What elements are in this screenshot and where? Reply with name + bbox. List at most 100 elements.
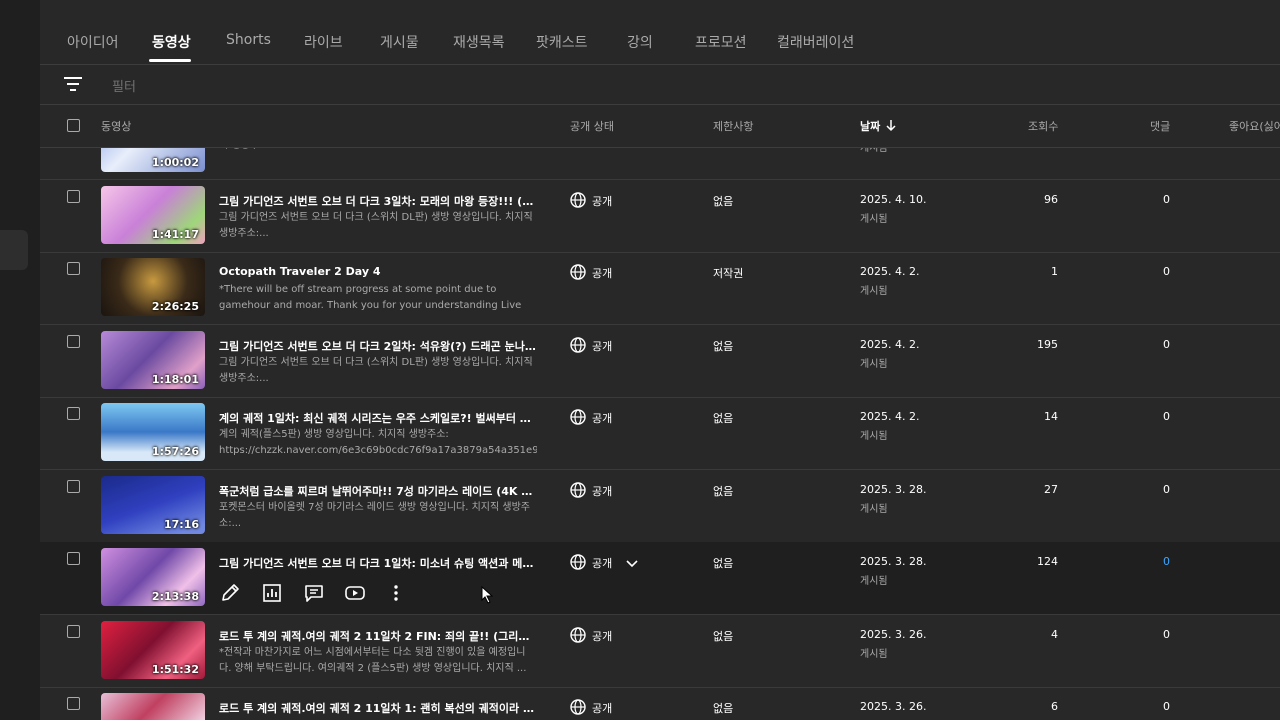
filter-input[interactable]: 필터 [112, 76, 136, 95]
video-duration: 1:57:26 [151, 445, 199, 458]
table-row[interactable]: 1:41:17 그림 가디언즈 서번트 오브 더 다크 3일차: 모래의 마왕 … [40, 180, 1280, 253]
visibility-status[interactable]: 공개 [570, 482, 612, 499]
publish-date: 2025. 4. 10. [860, 193, 927, 206]
video-title[interactable]: 계의 궤적 1일차: 최신 궤적 시리즈는 우주 스케일로?! 벌써부터 커..… [219, 410, 539, 426]
comment-count[interactable]: 0 [1163, 338, 1170, 351]
comment-count[interactable]: 0 [1163, 555, 1170, 568]
row-checkbox[interactable] [67, 335, 80, 348]
table-row[interactable]: 1:18:01 그림 가디언즈 서번트 오브 더 다크 2일차: 석유왕(?) … [40, 325, 1280, 398]
visibility-dropdown[interactable]: 공개 [570, 554, 638, 571]
video-thumbnail[interactable]: 1:41:17 [101, 186, 205, 244]
globe-icon [570, 627, 586, 643]
tab-videos[interactable]: 동영상 [152, 32, 191, 52]
video-title[interactable]: 그림 가디언즈 서번트 오브 더 다크 3일차: 모래의 마왕 등장!!! (샌… [219, 193, 539, 209]
row-checkbox[interactable] [67, 480, 80, 493]
more-vert-icon[interactable] [385, 582, 407, 604]
comment-count[interactable]: 0 [1163, 700, 1170, 713]
edit-icon[interactable] [219, 582, 241, 604]
video-description: 포켓몬스터 바이올렛 7성 마기라스 레이드 생방 영상입니다. 치지직 생방주… [219, 502, 530, 529]
nav-selected-item[interactable] [0, 230, 28, 270]
column-restrictions[interactable]: 제한사항 [713, 118, 753, 134]
comment-count[interactable]: 0 [1163, 265, 1170, 278]
visibility-status[interactable]: 공개 [570, 337, 612, 354]
visibility-status[interactable]: 공개 [570, 264, 612, 281]
tab-promotions[interactable]: 프로모션 [695, 32, 747, 52]
video-thumbnail[interactable]: 2:26:25 [101, 258, 205, 316]
select-all-checkbox[interactable] [67, 119, 80, 132]
publish-status: 게시됨 [860, 214, 888, 225]
row-checkbox[interactable] [67, 625, 80, 638]
table-row[interactable]: 로드 투 계의 궤적.여의 궤적 2 11일차 1: 괜히 복선의 궤적이라 불… [40, 687, 1280, 720]
video-title[interactable]: 로드 투 계의 궤적.여의 궤적 2 11일차 2 FIN: 죄의 끝!! (그… [219, 628, 539, 644]
view-count: 6 [1051, 700, 1058, 713]
column-likes[interactable]: 좋아요(싫어 [1229, 118, 1280, 134]
globe-icon [570, 192, 586, 208]
youtube-icon[interactable] [344, 582, 366, 604]
tab-playlists[interactable]: 재생목록 [453, 32, 505, 52]
table-row[interactable]: 1:57:26 계의 궤적 1일차: 최신 궤적 시리즈는 우주 스케일로?! … [40, 397, 1280, 470]
publish-date: 2025. 4. 2. [860, 410, 920, 423]
video-thumbnail[interactable]: 1:57:26 [101, 403, 205, 461]
comments-icon[interactable] [303, 582, 325, 604]
tab-shorts[interactable]: Shorts [226, 32, 271, 48]
comment-count[interactable]: 0 [1163, 410, 1170, 423]
video-thumbnail[interactable] [101, 693, 205, 720]
visibility-label: 공개 [592, 195, 613, 208]
video-duration: 2:13:38 [151, 590, 199, 603]
video-description: *전작과 마찬가지로 어느 시점에서부터는 다소 뒷겜 진행이 있을 예정입니다… [219, 647, 527, 674]
visibility-status[interactable]: 공개 [570, 627, 612, 644]
video-title[interactable]: 그림 가디언즈 서번트 오브 더 다크 1일차: 미소녀 슈팅 액션과 메트..… [219, 555, 539, 571]
visibility-status[interactable]: 공개 [570, 409, 612, 426]
column-date[interactable]: 날짜 [860, 118, 896, 134]
visibility-label: 공개 [592, 412, 613, 425]
tab-courses[interactable]: 강의 [627, 32, 653, 52]
table-row[interactable]: 2:13:38 그림 가디언즈 서번트 오브 더 다크 1일차: 미소녀 슈팅 … [40, 542, 1280, 615]
tab-live[interactable]: 라이브 [304, 32, 343, 52]
row-checkbox[interactable] [67, 190, 80, 203]
column-comments[interactable]: 댓글 [1150, 118, 1170, 134]
table-row[interactable]: 17:16 폭군처럼 급소를 찌르며 날뛰어주마!! 7성 마기라스 레이드 (… [40, 470, 1280, 543]
publish-date: 2025. 3. 26. [860, 628, 927, 641]
left-navigation [0, 0, 40, 720]
comment-count[interactable]: 0 [1163, 483, 1170, 496]
row-checkbox[interactable] [67, 407, 80, 420]
video-title[interactable]: 로드 투 계의 궤적.여의 궤적 2 11일차 1: 괜히 복선의 궤적이라 불… [219, 700, 539, 716]
video-duration: 1:51:32 [151, 663, 199, 676]
visibility-status[interactable]: 공개 [570, 699, 612, 716]
column-visibility[interactable]: 공개 상태 [570, 118, 614, 134]
row-checkbox[interactable] [67, 697, 80, 710]
video-thumbnail[interactable]: 2:13:38 [101, 548, 205, 606]
restriction-value: 없음 [713, 630, 734, 643]
restriction-value: 없음 [713, 195, 734, 208]
column-views[interactable]: 조회수 [1028, 118, 1058, 134]
column-video: 동영상 [101, 120, 132, 133]
tab-posts[interactable]: 게시물 [380, 32, 419, 52]
filter-icon[interactable] [64, 76, 82, 92]
video-thumbnail[interactable]: 17:16 [101, 476, 205, 534]
table-row[interactable]: 1:51:32 로드 투 계의 궤적.여의 궤적 2 11일차 2 FIN: 죄… [40, 615, 1280, 688]
tab-podcasts[interactable]: 팟캐스트 [536, 32, 588, 52]
analytics-icon[interactable] [261, 582, 283, 604]
publish-status: 게시됨 [860, 576, 888, 587]
table-row[interactable]: 2:26:25 Octopath Traveler 2 Day 4 *There… [40, 252, 1280, 325]
video-thumbnail[interactable]: 1:51:32 [101, 621, 205, 679]
view-count: 1 [1051, 265, 1058, 278]
publish-status: 게시됨 [860, 359, 888, 370]
row-checkbox[interactable] [67, 262, 80, 275]
tab-ideas[interactable]: 아이디어 [67, 32, 119, 52]
video-title[interactable]: 그림 가디언즈 서번트 오브 더 다크 2일차: 석유왕(?) 드래곤 눈나(?… [219, 338, 539, 354]
restriction-value[interactable]: 저작권 [713, 265, 743, 281]
comment-count[interactable]: 0 [1163, 193, 1170, 206]
video-title[interactable]: Octopath Traveler 2 Day 4 [219, 265, 539, 278]
visibility-status[interactable]: 공개 [570, 192, 612, 209]
visibility-label: 공개 [592, 267, 613, 280]
video-title[interactable]: 폭군처럼 급소를 찌르며 날뛰어주마!! 7성 마기라스 레이드 (4K 60.… [219, 483, 539, 499]
video-duration: 1:41:17 [151, 228, 199, 241]
row-checkbox[interactable] [67, 552, 80, 565]
chevron-down-icon[interactable] [626, 559, 638, 569]
comment-count[interactable]: 0 [1163, 628, 1170, 641]
tab-collaborations[interactable]: 컬래버레이션 [777, 32, 854, 52]
restriction-value: 없음 [713, 340, 734, 353]
active-tab-indicator [149, 59, 191, 62]
video-thumbnail[interactable]: 1:18:01 [101, 331, 205, 389]
